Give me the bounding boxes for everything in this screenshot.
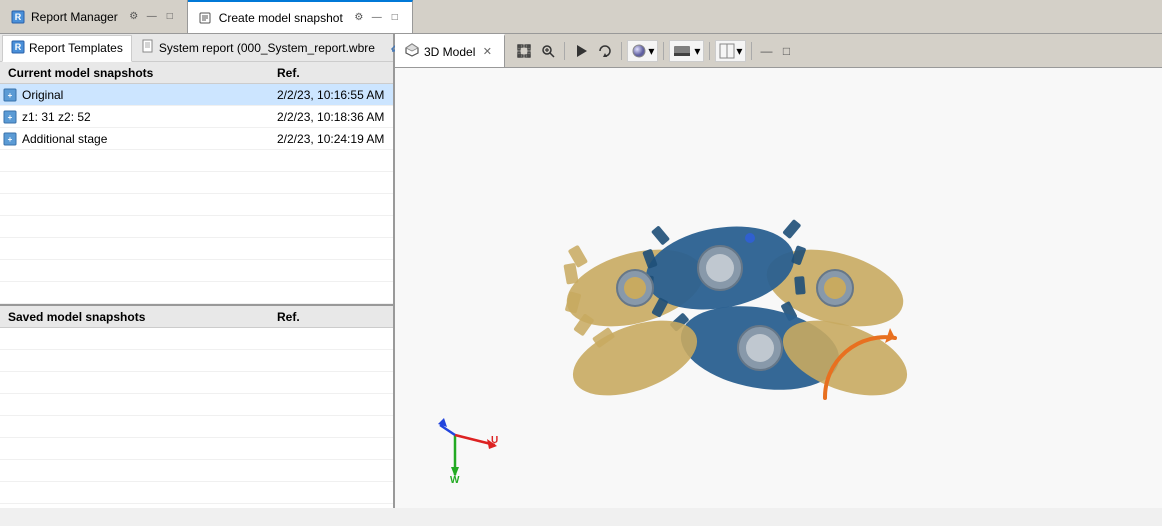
report-manager-icon: R (10, 9, 26, 25)
table-row[interactable]: + z1: 31 z2: 52 2/2/23, 10:18:36 AM (0, 106, 393, 128)
empty-row (0, 438, 393, 460)
snapshot-minimize-icon[interactable]: — (370, 11, 384, 25)
main-layout: R Report Templates System report (000_Sy… (0, 34, 1162, 508)
gear-illustration (535, 108, 935, 488)
report-templates-icon: R (11, 40, 25, 57)
row-name-original: Original (20, 88, 273, 102)
model-toolbar: ▾ ▾ ▾ (509, 40, 799, 62)
empty-row (0, 504, 393, 526)
empty-row (0, 482, 393, 504)
tab-minimize-icon[interactable]: — (145, 10, 159, 24)
current-snapshots-ref-header: Ref. (273, 64, 393, 82)
row-icon-original: + (0, 88, 20, 102)
tab-maximize-icon[interactable]: □ (163, 10, 177, 24)
saved-snapshots-ref-header: Ref. (273, 308, 393, 326)
play-button[interactable] (570, 40, 592, 62)
empty-row (0, 194, 393, 216)
report-templates-label: Report Templates (29, 41, 123, 55)
tab-controls: ⚙ — □ (127, 10, 177, 24)
3d-model-icon (405, 43, 419, 60)
row-date-original: 2/2/23, 10:16:55 AM (273, 88, 393, 102)
empty-row (0, 328, 393, 350)
material-dropdown-arrow: ▾ (648, 44, 654, 58)
empty-row (0, 416, 393, 438)
empty-row (0, 260, 393, 282)
tab-create-snapshot[interactable]: Create model snapshot ⚙ — □ (188, 0, 413, 33)
right-panel-minimize[interactable]: — (757, 42, 775, 60)
row-date-additional: 2/2/23, 10:24:19 AM (273, 132, 393, 146)
top-tab-bar: R Report Manager ⚙ — □ Create model snap… (0, 0, 1162, 34)
toolbar-sep-5 (751, 42, 752, 60)
svg-text:R: R (15, 42, 22, 52)
toolbar-sep-1 (564, 42, 565, 60)
row-name-z1: z1: 31 z2: 52 (20, 110, 273, 124)
saved-snapshots-body (0, 328, 393, 526)
empty-row (0, 460, 393, 482)
current-snapshots-body: + Original 2/2/23, 10:16:55 AM + z1: 31 … (0, 84, 393, 304)
toolbar-sep-3 (663, 42, 664, 60)
layout-dropdown[interactable]: ▾ (715, 40, 746, 62)
current-snapshots-section: Current model snapshots Ref. + Original … (0, 62, 393, 306)
svg-text:+: + (8, 135, 13, 144)
table-row[interactable]: + Original 2/2/23, 10:16:55 AM (0, 84, 393, 106)
svg-text:U: U (491, 435, 498, 446)
fit-view-button[interactable] (513, 40, 535, 62)
empty-row (0, 216, 393, 238)
empty-row (0, 172, 393, 194)
empty-row (0, 150, 393, 172)
3d-viewport[interactable]: W U (395, 68, 1162, 508)
row-icon-additional: + (0, 132, 20, 146)
color-dropdown[interactable]: ▾ (669, 40, 704, 62)
right-panel: 3D Model ✕ (395, 34, 1162, 508)
snapshot-icon (198, 10, 214, 26)
empty-row (0, 238, 393, 260)
material-dropdown[interactable]: ▾ (627, 40, 658, 62)
empty-row (0, 394, 393, 416)
report-manager-label: Report Manager (31, 10, 118, 24)
saved-snapshots-title: Saved model snapshots (0, 308, 273, 326)
sub-tab-bar: R Report Templates System report (000_Sy… (0, 34, 393, 62)
tab-report-templates[interactable]: R Report Templates (2, 35, 132, 62)
toolbar-sep-4 (709, 42, 710, 60)
saved-snapshots-section: Saved model snapshots Ref. (0, 306, 393, 526)
empty-rows-saved (0, 328, 393, 526)
empty-row (0, 282, 393, 304)
system-report-icon (141, 39, 155, 56)
coordinate-axes: W U (435, 415, 505, 488)
layout-dropdown-arrow: ▾ (736, 44, 742, 58)
empty-rows-current (0, 150, 393, 304)
right-panel-maximize[interactable]: □ (777, 42, 795, 60)
snapshot-tab-controls: ⚙ — □ (352, 11, 402, 25)
3d-model-label: 3D Model (424, 45, 475, 59)
model-tab-bar: 3D Model ✕ (395, 34, 1162, 68)
color-dropdown-arrow: ▾ (694, 44, 700, 58)
snapshot-maximize-icon[interactable]: □ (388, 11, 402, 25)
current-snapshots-header: Current model snapshots Ref. (0, 62, 393, 84)
tab-close-icon[interactable]: ✕ (480, 45, 494, 59)
tab-system-report[interactable]: System report (000_System_report.wbre (132, 34, 384, 61)
row-name-additional: Additional stage (20, 132, 273, 146)
svg-text:+: + (8, 113, 13, 122)
tab-settings-icon[interactable]: ⚙ (127, 10, 141, 24)
tab-3d-model[interactable]: 3D Model ✕ (395, 34, 505, 67)
svg-text:W: W (450, 475, 460, 485)
svg-text:R: R (15, 12, 22, 22)
rotate-button[interactable] (594, 40, 616, 62)
empty-row (0, 372, 393, 394)
zoom-button[interactable] (537, 40, 559, 62)
create-snapshot-label: Create model snapshot (219, 11, 343, 25)
row-date-z1: 2/2/23, 10:18:36 AM (273, 110, 393, 124)
saved-snapshots-header: Saved model snapshots Ref. (0, 306, 393, 328)
row-icon-z1: + (0, 110, 20, 124)
empty-row (0, 350, 393, 372)
system-report-label: System report (000_System_report.wbre (159, 41, 375, 55)
left-panel: R Report Templates System report (000_Sy… (0, 34, 395, 508)
toolbar-sep-2 (621, 42, 622, 60)
snapshot-settings-icon[interactable]: ⚙ (352, 11, 366, 25)
current-snapshots-title: Current model snapshots (0, 64, 273, 82)
svg-text:+: + (8, 91, 13, 100)
table-row[interactable]: + Additional stage 2/2/23, 10:24:19 AM (0, 128, 393, 150)
tab-report-manager[interactable]: R Report Manager ⚙ — □ (0, 0, 188, 33)
